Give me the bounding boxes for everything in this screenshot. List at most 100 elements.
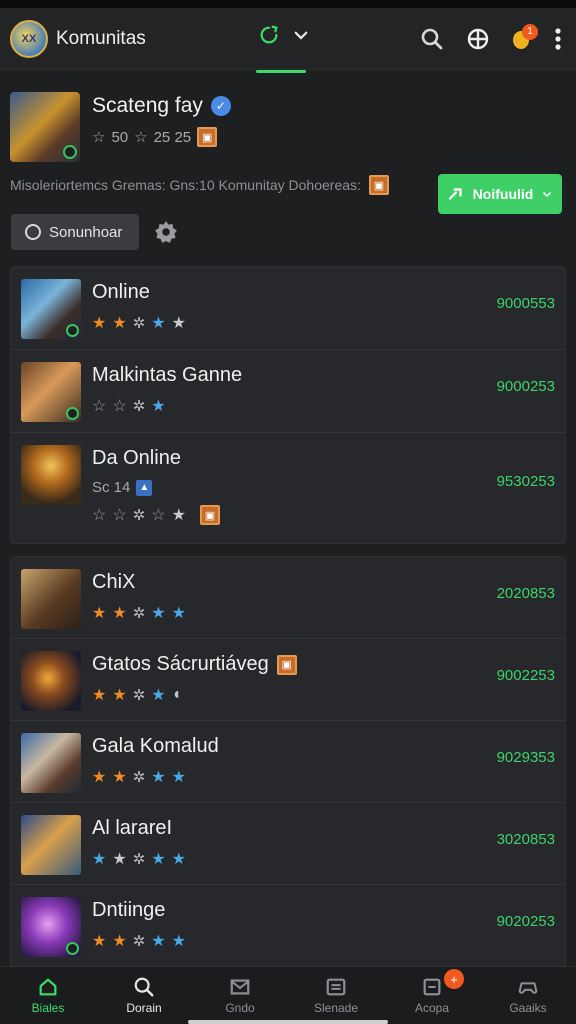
nav-label: Slenade xyxy=(313,1000,359,1015)
game-name: Malkintas Ganne xyxy=(92,364,243,386)
game-thumbnail xyxy=(21,815,81,875)
game-name-row: Gala Komalud xyxy=(92,735,219,758)
member-count: 9000253 xyxy=(496,378,555,395)
gear-badge-icon: ✲ xyxy=(132,933,146,950)
app-title: Komunitas xyxy=(56,27,146,49)
game-row[interactable]: Al larareI ★ ★ ✲ ★ ★ 3020853 xyxy=(11,803,565,885)
star-filled-orange-icon: ★ xyxy=(92,315,107,332)
member-count: 2020853 xyxy=(496,585,555,602)
game-name-row: Gtatos Sácrurtiáveg ▣ xyxy=(92,653,297,676)
nav-item-list[interactable]: Slenade xyxy=(288,967,384,1024)
nav-label: Gndo xyxy=(225,1000,255,1015)
chest-icon: ▣ xyxy=(276,654,297,675)
game-info: Gala Komalud ★ ★ ✲ ★ ★ xyxy=(92,733,219,787)
stat-b: 25 25 xyxy=(153,128,192,146)
star-outline-icon: ☆ xyxy=(151,507,166,524)
game-row[interactable]: Online ★ ★ ✲ ★ ★ 9000553 xyxy=(11,267,565,350)
refresh-icon[interactable] xyxy=(258,24,280,46)
filter-bar: Sonunhoar xyxy=(0,212,576,252)
star-outline-icon: ☆ xyxy=(134,129,148,146)
bottom-navigation: Biales Dorain Gndo Slenade Acopa + Gaaiks xyxy=(0,966,576,1024)
game-name: Dntiinge xyxy=(92,899,166,921)
shield-icon: ◖ xyxy=(171,686,182,703)
settings-gear-icon[interactable] xyxy=(153,219,179,245)
game-row[interactable]: Gtatos Sácrurtiáveg ▣ ★ ★ ✲ ★ ◖ 9002253 xyxy=(11,639,565,721)
stat-a: 50 xyxy=(111,128,129,146)
game-row[interactable]: Da Online Sc 14 ▲ ☆ ☆ ✲ ☆ ★ ▣ 9530253 xyxy=(11,433,565,543)
nav-item-document[interactable]: Acopa + xyxy=(384,967,480,1024)
game-row[interactable]: Dntiinge ★ ★ ✲ ★ ★ 9020253 xyxy=(11,885,565,967)
game-info: Da Online Sc 14 ▲ ☆ ☆ ✲ ☆ ★ ▣ xyxy=(92,445,220,525)
gear-badge-icon: ✲ xyxy=(132,605,146,622)
community-switcher[interactable] xyxy=(256,24,310,73)
star-filled-orange-icon: ★ xyxy=(92,933,107,950)
nav-item-controller[interactable]: Gaaiks xyxy=(480,967,576,1024)
nav-label: Dorain xyxy=(126,1000,162,1015)
app-logo[interactable]: XX xyxy=(10,19,48,58)
star-outline-icon: ☆ xyxy=(92,398,107,415)
star-filled-gray-icon: ★ xyxy=(171,315,186,332)
star-filled-blue-icon: ★ xyxy=(151,315,166,332)
chevron-down-icon xyxy=(543,191,552,198)
level-icon: ▲ xyxy=(136,479,153,496)
online-badge xyxy=(66,942,79,955)
star-filled-gray-icon: ★ xyxy=(112,851,127,868)
nav-item-home[interactable]: Biales xyxy=(0,967,96,1024)
game-rating: ★ ★ ✲ ★ ★ xyxy=(92,313,186,333)
game-rating: ☆ ☆ ✲ ☆ ★ ▣ xyxy=(92,505,220,525)
game-name-row: Online xyxy=(92,281,186,304)
star-filled-orange-icon: ★ xyxy=(112,605,127,622)
online-badge xyxy=(66,407,79,420)
chest-icon: ▣ xyxy=(368,175,389,195)
star-outline-icon: ☆ xyxy=(92,507,107,524)
community-avatar[interactable] xyxy=(10,92,80,162)
game-name: ChiX xyxy=(92,571,136,593)
list-icon xyxy=(325,977,347,997)
nav-item-search[interactable]: Dorain xyxy=(96,967,192,1024)
star-filled-orange-icon: ★ xyxy=(112,769,127,786)
notification-count-badge: 1 xyxy=(522,23,538,40)
game-thumbnail xyxy=(21,897,81,957)
home-icon xyxy=(37,977,59,997)
game-info: Gtatos Sácrurtiáveg ▣ ★ ★ ✲ ★ ◖ xyxy=(92,651,297,705)
profile-name-row: Scateng fay ✓ xyxy=(92,94,231,118)
game-rating: ★ ★ ✲ ★ ★ xyxy=(92,767,219,787)
nav-label: Gaaiks xyxy=(509,1000,547,1015)
nav-item-mail[interactable]: Gndo xyxy=(192,967,288,1024)
notifications-button[interactable]: 1 xyxy=(512,23,538,50)
game-name: Da Online xyxy=(92,447,181,469)
game-list-primary: Online ★ ★ ✲ ★ ★ 9000553 Malkintas Ganne ☆ ☆ ✲ ★ 900… xyxy=(10,266,566,544)
star-filled-orange-icon: ★ xyxy=(112,687,127,704)
radio-icon xyxy=(25,224,41,240)
community-profile: Scateng fay ✓ ☆ 50 ☆ 25 25 ▣ xyxy=(0,70,576,170)
search-icon[interactable] xyxy=(420,27,444,51)
game-row[interactable]: Gala Komalud ★ ★ ✲ ★ ★ 9029353 xyxy=(11,721,565,803)
star-outline-icon: ☆ xyxy=(112,398,127,415)
star-outline-icon: ☆ xyxy=(92,129,106,146)
game-row[interactable]: Malkintas Ganne ☆ ☆ ✲ ★ 9000253 xyxy=(11,350,565,433)
star-filled-orange-icon: ★ xyxy=(112,315,127,332)
document-icon xyxy=(421,977,443,997)
star-filled-blue-icon: ★ xyxy=(151,605,166,622)
game-rating: ★ ★ ✲ ★ ★ xyxy=(92,603,186,623)
member-count: 3020853 xyxy=(496,831,555,848)
game-thumbnail xyxy=(21,733,81,793)
star-filled-orange-icon: ★ xyxy=(112,933,127,950)
follow-button[interactable]: Noifuulid xyxy=(438,174,562,214)
star-filled-blue-icon: ★ xyxy=(151,933,166,950)
more-vertical-icon[interactable] xyxy=(554,27,562,50)
globe-icon[interactable] xyxy=(466,27,490,51)
game-info: Dntiinge ★ ★ ✲ ★ ★ xyxy=(92,897,186,951)
app-bar: XX Komunitas 1 xyxy=(0,8,576,73)
star-filled-gray-icon: ★ xyxy=(171,507,186,524)
controller-icon xyxy=(517,977,539,997)
mail-icon xyxy=(229,977,251,997)
game-thumbnail xyxy=(21,445,81,505)
filter-button[interactable]: Sonunhoar xyxy=(11,214,139,250)
online-badge xyxy=(66,324,79,337)
link-icon xyxy=(448,188,462,200)
verified-icon: ✓ xyxy=(210,96,231,116)
star-filled-blue-icon: ★ xyxy=(151,398,166,415)
chevron-down-icon[interactable] xyxy=(292,26,310,44)
game-row[interactable]: ChiX ★ ★ ✲ ★ ★ 2020853 xyxy=(11,557,565,639)
